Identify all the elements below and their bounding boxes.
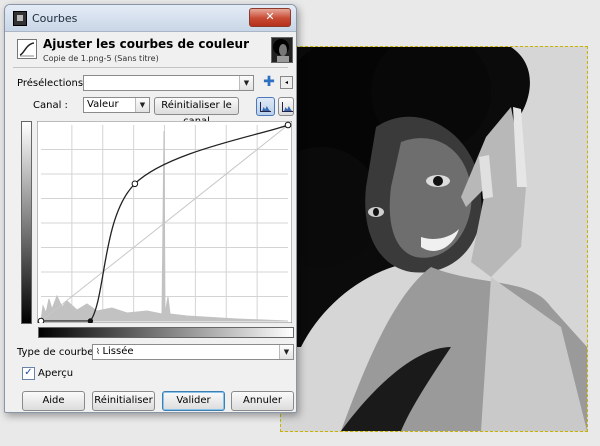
curves-tool-icon	[17, 39, 37, 59]
add-preset-icon[interactable]: ✚	[263, 75, 275, 89]
curve-type-combo[interactable]: ⌇ Lissée ▼	[92, 344, 294, 360]
chevron-down-icon: ▼	[135, 98, 149, 112]
title-bar[interactable]: Courbes ✕	[5, 5, 296, 32]
linear-histogram-button[interactable]	[256, 97, 275, 116]
curve-type-value: ⌇ Lissée	[96, 346, 134, 357]
help-button[interactable]: Aide	[22, 391, 85, 411]
app-icon	[13, 11, 27, 26]
control-point[interactable]	[87, 318, 94, 324]
channel-label: Canal :	[33, 100, 68, 111]
preset-menu-icon[interactable]: ◂	[280, 76, 293, 89]
output-gradient-bar	[21, 121, 32, 324]
presets-label: Présélections :	[17, 78, 90, 89]
input-gradient-bar	[38, 327, 294, 338]
image-thumbnail	[271, 37, 293, 63]
control-point[interactable]	[37, 317, 45, 325]
dialog-subheading: Copie de 1.png-5 (Sans titre)	[43, 54, 159, 63]
preview-label: Aperçu	[38, 368, 74, 379]
header-separator	[13, 67, 288, 68]
channel-value: Valeur	[87, 99, 119, 110]
curve-editor[interactable]	[36, 120, 293, 325]
image-canvas[interactable]	[280, 46, 588, 432]
log-histogram-button[interactable]	[278, 97, 294, 116]
curves-dialog: Courbes ✕ Ajuster les courbes de couleur…	[4, 4, 297, 413]
window-title: Courbes	[32, 12, 78, 25]
linear-histogram-icon	[260, 102, 271, 112]
control-point[interactable]	[284, 121, 292, 129]
ok-button[interactable]: Valider	[162, 391, 225, 411]
cancel-button[interactable]: Annuler	[231, 391, 294, 411]
reset-channel-button[interactable]: Réinitialiser le canal	[154, 97, 239, 127]
portrait-image	[281, 47, 587, 431]
dialog-heading: Ajuster les courbes de couleur	[43, 37, 250, 51]
control-point[interactable]	[131, 180, 139, 188]
presets-combo[interactable]: ▼	[83, 75, 254, 91]
log-histogram-icon	[282, 102, 293, 112]
channel-combo[interactable]: Valeur ▼	[83, 97, 150, 113]
preview-checkbox[interactable]: ✓	[22, 367, 35, 380]
curve-type-label: Type de courbe :	[17, 347, 100, 358]
chevron-down-icon: ▼	[239, 76, 253, 90]
chevron-down-icon: ▼	[279, 345, 293, 359]
reset-button[interactable]: Réinitialiser	[92, 391, 155, 411]
close-button[interactable]: ✕	[249, 8, 291, 27]
